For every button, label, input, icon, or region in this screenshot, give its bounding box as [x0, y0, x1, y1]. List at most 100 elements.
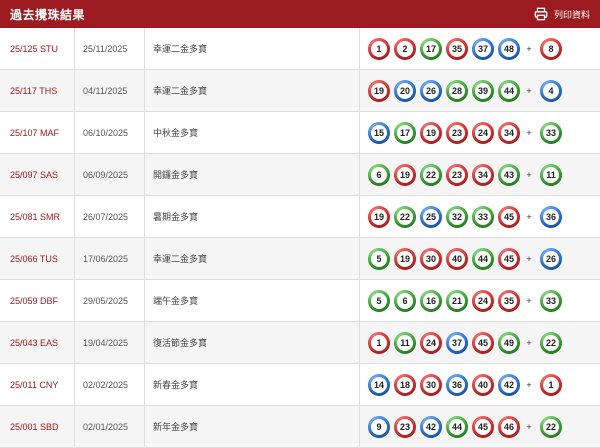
plus-sign: + [526, 337, 532, 348]
draw-number[interactable]: 25/043 EAS [0, 322, 75, 363]
plus-sign: + [526, 421, 532, 432]
ball-number: 22 [423, 166, 439, 183]
ball-number: 39 [475, 82, 491, 99]
number-ball: 5 [368, 247, 390, 270]
table-row[interactable]: 25/011 CNY 02/02/2025 新春金多寶 14 18 30 36 40 42 +1 [0, 364, 600, 406]
number-ball: 2 [394, 37, 416, 60]
ball-number: 45 [501, 208, 517, 225]
draw-number[interactable]: 25/117 THS [0, 70, 75, 111]
table-row[interactable]: 25/107 MAF 06/10/2025 中秋金多寶 15 17 19 23 24 34 +33 [0, 112, 600, 154]
ball-number: 26 [423, 82, 439, 99]
draw-number[interactable]: 25/081 SMR [0, 196, 75, 237]
results-table: 25/125 STU 25/11/2025 幸運二金多寶 1 2 17 35 37 48 +8 25… [0, 28, 600, 448]
number-ball: 9 [368, 415, 390, 438]
ball-number: 32 [449, 208, 465, 225]
number-ball: 24 [420, 331, 442, 354]
number-ball: 44 [446, 415, 468, 438]
drawn-numbers: 19 20 26 28 39 44 +4 [360, 70, 600, 111]
number-ball: 22 [420, 163, 442, 186]
ball-number: 49 [501, 334, 517, 351]
number-ball: 14 [368, 373, 390, 396]
print-label: 列印資料 [553, 9, 590, 20]
ball-number: 43 [501, 166, 517, 183]
draw-number[interactable]: 25/125 STU [0, 28, 75, 69]
table-row[interactable]: 25/117 THS 04/11/2025 幸運二金多寶 19 20 26 28 39 44 +4 [0, 70, 600, 112]
ball-number: 6 [397, 292, 413, 309]
ball-number: 19 [371, 208, 387, 225]
draw-name: 端午金多寶 [145, 280, 360, 321]
number-ball: 34 [498, 121, 520, 144]
drawn-numbers: 1 11 24 37 45 49 +22 [360, 322, 600, 363]
draw-number[interactable]: 25/066 TUS [0, 238, 75, 279]
number-ball: 45 [472, 415, 494, 438]
plus-sign: + [526, 127, 532, 138]
print-button[interactable]: 列印資料 [534, 7, 590, 21]
ball-number: 35 [449, 40, 465, 57]
ball-number: 14 [371, 376, 387, 393]
extra-ball-number: 1 [543, 376, 559, 393]
table-row[interactable]: 25/081 SMR 26/07/2025 暑期金多寶 19 22 25 32 33 45 +36 [0, 196, 600, 238]
number-ball: 40 [446, 247, 468, 270]
ball-number: 24 [423, 334, 439, 351]
draw-name: 幸運二金多寶 [145, 28, 360, 69]
ball-number: 42 [501, 376, 517, 393]
ball-number: 23 [449, 166, 465, 183]
ball-number: 15 [371, 124, 387, 141]
number-ball: 23 [394, 415, 416, 438]
drawn-numbers: 15 17 19 23 24 34 +33 [360, 112, 600, 153]
draw-date: 02/02/2025 [75, 364, 145, 405]
draw-date: 02/01/2025 [75, 406, 145, 447]
number-ball: 15 [368, 121, 390, 144]
extra-number-ball: 33 [540, 121, 562, 144]
extra-number-ball: 22 [540, 415, 562, 438]
number-ball: 30 [420, 247, 442, 270]
number-ball: 45 [498, 247, 520, 270]
draw-date: 19/04/2025 [75, 322, 145, 363]
ball-number: 44 [449, 418, 465, 435]
number-ball: 21 [446, 289, 468, 312]
draw-number[interactable]: 25/001 SBD [0, 406, 75, 447]
table-row[interactable]: 25/059 DBF 29/05/2025 端午金多寶 5 6 16 21 24 35 +33 [0, 280, 600, 322]
draw-date: 25/11/2025 [75, 28, 145, 69]
number-ball: 37 [446, 331, 468, 354]
draw-date: 04/11/2025 [75, 70, 145, 111]
draw-number[interactable]: 25/097 SAS [0, 154, 75, 195]
ball-number: 23 [397, 418, 413, 435]
number-ball: 42 [498, 373, 520, 396]
number-ball: 45 [498, 205, 520, 228]
ball-number: 42 [423, 418, 439, 435]
draw-number[interactable]: 25/059 DBF [0, 280, 75, 321]
ball-number: 44 [501, 82, 517, 99]
ball-number: 22 [397, 208, 413, 225]
table-row[interactable]: 25/001 SBD 02/01/2025 新年金多寶 9 23 42 44 45 46 +22 [0, 406, 600, 448]
draw-date: 26/07/2025 [75, 196, 145, 237]
table-row[interactable]: 25/043 EAS 19/04/2025 復活節金多寶 1 11 24 37 45 49 +22 [0, 322, 600, 364]
table-row[interactable]: 25/066 TUS 17/06/2025 幸運二金多寶 5 19 30 40 44 45 +26 [0, 238, 600, 280]
ball-number: 18 [397, 376, 413, 393]
number-ball: 19 [368, 79, 390, 102]
extra-number-ball: 26 [540, 247, 562, 270]
number-ball: 40 [472, 373, 494, 396]
ball-number: 19 [371, 82, 387, 99]
extra-ball-number: 22 [543, 418, 559, 435]
ball-number: 34 [501, 124, 517, 141]
number-ball: 22 [394, 205, 416, 228]
drawn-numbers: 19 22 25 32 33 45 +36 [360, 196, 600, 237]
number-ball: 1 [368, 331, 390, 354]
draw-number[interactable]: 25/107 MAF [0, 112, 75, 153]
draw-number[interactable]: 25/011 CNY [0, 364, 75, 405]
number-ball: 46 [498, 415, 520, 438]
ball-number: 45 [501, 250, 517, 267]
ball-number: 9 [371, 418, 387, 435]
number-ball: 44 [472, 247, 494, 270]
extra-ball-number: 33 [543, 292, 559, 309]
ball-number: 30 [423, 250, 439, 267]
table-row[interactable]: 25/125 STU 25/11/2025 幸運二金多寶 1 2 17 35 37 48 +8 [0, 28, 600, 70]
draw-date: 06/09/2025 [75, 154, 145, 195]
ball-number: 21 [449, 292, 465, 309]
table-row[interactable]: 25/097 SAS 06/09/2025 開鑼金多寶 6 19 22 23 34 43 +11 [0, 154, 600, 196]
plus-sign: + [526, 211, 532, 222]
drawn-numbers: 6 19 22 23 34 43 +11 [360, 154, 600, 195]
draw-name: 暑期金多寶 [145, 196, 360, 237]
number-ball: 42 [420, 415, 442, 438]
